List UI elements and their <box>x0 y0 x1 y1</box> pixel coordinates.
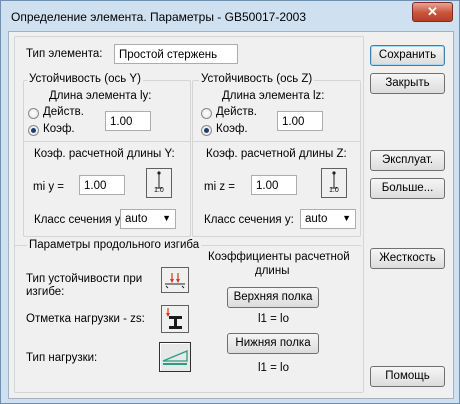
chevron-down-icon: ▼ <box>162 213 171 223</box>
buckling-type-label-2: изгибе: <box>26 286 65 298</box>
class-z-select[interactable]: auto ▼ <box>300 209 356 229</box>
mi-y-input[interactable]: 1.00 <box>79 175 125 195</box>
upper-flange-button[interactable]: Верхняя полка <box>227 287 319 308</box>
radio-z-actual-label: Действ. <box>216 106 257 118</box>
radio-y-actual-label: Действ. <box>43 106 84 118</box>
class-y-value: auto <box>125 213 148 225</box>
radio-y-actual[interactable] <box>28 108 39 119</box>
more-button[interactable]: Больше... <box>370 178 445 199</box>
class-z-value: auto <box>305 213 328 225</box>
element-type-field[interactable]: Простой стержень <box>114 44 238 64</box>
coef-y-title: Коэф. расчетной длины Y: <box>34 148 175 160</box>
window-title: Определение элемента. Параметры - GB5001… <box>11 10 307 24</box>
length-z-input[interactable]: 1.00 <box>277 111 323 131</box>
column-z-caption: 1.0 <box>329 187 339 194</box>
coef-length-title-1: Коэффициенты расчетной <box>208 251 350 263</box>
element-type-label: Тип элемента: <box>26 48 103 60</box>
coef-z-title: Коэф. расчетной длины Z: <box>206 148 347 160</box>
coef-length-title-2: длины <box>255 265 290 277</box>
save-button[interactable]: Сохранить <box>370 45 445 66</box>
dialog-window: Определение элемента. Параметры - GB5001… <box>0 0 460 404</box>
buckling-type-label-1: Тип устойчивости при <box>26 273 143 285</box>
class-z-label: Класс сечения y: <box>204 214 294 226</box>
length-z-label: Длина элемента lz: <box>222 90 325 102</box>
class-y-label: Класс сечения y: <box>34 214 124 226</box>
radio-z-coef-label: Коэф. <box>216 123 248 135</box>
load-point-button[interactable] <box>161 305 189 333</box>
close-button[interactable]: Закрыть <box>370 73 445 94</box>
mi-z-value: 1.00 <box>256 180 279 192</box>
upper-flange-value: l1 = lo <box>258 313 290 325</box>
mi-y-value: 1.00 <box>84 180 107 192</box>
load-type-label: Тип нагрузки: <box>26 352 98 364</box>
radio-y-coef-label: Коэф. <box>43 123 75 135</box>
radio-y-coef[interactable] <box>28 125 39 136</box>
length-y-label: Длина элемента ly: <box>49 90 152 102</box>
length-z-value: 1.00 <box>282 116 305 128</box>
stiffness-button[interactable]: Жесткость <box>370 248 445 269</box>
mi-z-label: mi z = <box>204 181 235 193</box>
buckling-type-icon <box>165 273 185 289</box>
length-y-value: 1.00 <box>110 116 133 128</box>
radio-z-coef[interactable] <box>201 125 212 136</box>
dialog-body: Тип элемента: Простой стержень Устойчиво… <box>8 31 454 399</box>
buckling-type-button[interactable] <box>161 267 189 293</box>
close-window-button[interactable]: ✕ <box>412 2 453 22</box>
mi-y-label: mi y = <box>33 181 64 193</box>
length-y-input[interactable]: 1.00 <box>105 111 151 131</box>
lower-flange-button[interactable]: Нижняя полка <box>227 333 319 354</box>
stability-z-title: Устойчивость (ось Z) <box>199 73 315 85</box>
exploitation-button[interactable]: Эксплуат. <box>370 150 445 171</box>
mi-z-input[interactable]: 1.00 <box>251 175 297 195</box>
class-y-select[interactable]: auto ▼ <box>120 209 176 229</box>
column-y-caption: 1.0 <box>154 187 164 194</box>
stability-y-title: Устойчивость (ось Y) <box>27 73 143 85</box>
help-button[interactable]: Помощь <box>370 366 445 387</box>
load-type-button[interactable] <box>159 342 191 372</box>
radio-z-actual[interactable] <box>201 108 212 119</box>
chevron-down-icon: ▼ <box>342 213 351 223</box>
close-icon: ✕ <box>427 4 438 19</box>
title-bar[interactable]: Определение элемента. Параметры - GB5001… <box>1 1 459 31</box>
lower-flange-value: l1 = lo <box>258 362 290 374</box>
element-type-value: Простой стержень <box>119 49 218 61</box>
i-beam-icon <box>166 308 182 329</box>
trapezoid-load-icon <box>162 350 188 365</box>
column-z-button[interactable]: 1.0 <box>321 168 347 198</box>
column-y-button[interactable]: 1.0 <box>146 168 172 198</box>
buckling-title: Параметры продольного изгиба <box>27 239 202 251</box>
load-point-label: Отметка нагрузки - zs: <box>26 313 145 325</box>
